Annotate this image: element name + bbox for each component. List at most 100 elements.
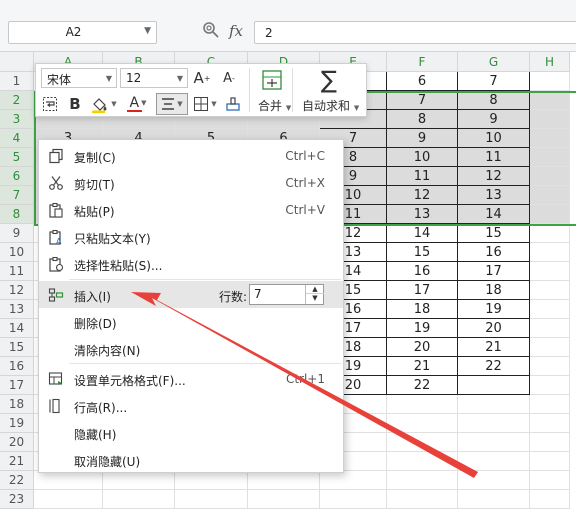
row-header-20[interactable]: 20 — [0, 433, 34, 452]
cell-c22[interactable] — [175, 471, 248, 490]
cell-f20[interactable] — [387, 433, 458, 452]
cell-h19[interactable] — [530, 414, 570, 433]
rows-count-stepper[interactable]: ▲ ▼ — [305, 285, 324, 304]
menu-item-unhide[interactable]: 取消隐藏(U) — [39, 446, 343, 473]
row-header-10[interactable]: 10 — [0, 243, 34, 262]
sigma-icon[interactable]: ∑ — [316, 66, 342, 94]
font-name-select[interactable]: 宋体 ▼ — [41, 68, 117, 88]
cell-f14[interactable]: 19 — [387, 319, 458, 338]
menu-item-copy[interactable]: 复制(C) Ctrl+C — [39, 142, 343, 169]
row-header-11[interactable]: 11 — [0, 262, 34, 281]
stepper-up-icon[interactable]: ▲ — [306, 285, 324, 294]
cell-f5[interactable]: 10 — [387, 148, 458, 167]
cell-f15[interactable]: 20 — [387, 338, 458, 357]
cell-f13[interactable]: 18 — [387, 300, 458, 319]
row-header-5[interactable]: 5 — [0, 148, 34, 167]
cell-g22[interactable] — [458, 471, 530, 490]
cell-g3[interactable]: 9 — [458, 110, 530, 129]
cell-f7[interactable]: 12 — [387, 186, 458, 205]
menu-item-paste-special[interactable]: 选择性粘贴(S)... — [39, 250, 343, 277]
cell-h6[interactable] — [530, 167, 570, 186]
stepper-down-icon[interactable]: ▼ — [306, 294, 324, 303]
font-size-select[interactable]: 12 ▼ — [120, 68, 188, 88]
cell-f1[interactable]: 6 — [387, 72, 458, 91]
cell-h4[interactable] — [530, 129, 570, 148]
cell-a22[interactable] — [34, 471, 103, 490]
cell-g11[interactable]: 17 — [458, 262, 530, 281]
row-header-2[interactable]: 2 — [0, 91, 34, 110]
cell-h1[interactable] — [530, 72, 570, 91]
bold-button[interactable]: B — [65, 93, 85, 115]
column-header-g[interactable]: G — [458, 52, 530, 72]
cell-f18[interactable] — [387, 395, 458, 414]
menu-item-clear-contents[interactable]: 清除内容(N) — [39, 335, 343, 362]
cell-g18[interactable] — [458, 395, 530, 414]
row-header-6[interactable]: 6 — [0, 167, 34, 186]
cell-g13[interactable]: 19 — [458, 300, 530, 319]
menu-item-insert[interactable]: 插入(I) 行数: 7 ▲ ▼ — [39, 281, 343, 308]
cell-f4[interactable]: 9 — [387, 129, 458, 148]
cell-f17[interactable]: 22 — [387, 376, 458, 395]
menu-item-cut[interactable]: 剪切(T) Ctrl+X — [39, 169, 343, 196]
cell-g12[interactable]: 18 — [458, 281, 530, 300]
cell-f19[interactable] — [387, 414, 458, 433]
row-header-12[interactable]: 12 — [0, 281, 34, 300]
cell-d22[interactable] — [248, 471, 320, 490]
cell-f2[interactable]: 7 — [387, 91, 458, 110]
wrap-text-button[interactable] — [40, 93, 60, 115]
cell-f23[interactable] — [387, 490, 458, 509]
merge-button[interactable]: 合并 ▼ — [258, 97, 291, 114]
cell-b23[interactable] — [103, 490, 175, 509]
menu-item-row-height[interactable]: 行高(R)... — [39, 392, 343, 419]
cell-g16[interactable]: 22 — [458, 357, 530, 376]
fill-color-button[interactable]: ▼ — [89, 93, 119, 115]
row-header-8[interactable]: 8 — [0, 205, 34, 224]
cell-g9[interactable]: 15 — [458, 224, 530, 243]
menu-item-paste-text-only[interactable]: A 只粘贴文本(Y) — [39, 223, 343, 250]
cell-d23[interactable] — [248, 490, 320, 509]
select-all-corner[interactable] — [0, 52, 34, 72]
cell-f12[interactable]: 17 — [387, 281, 458, 300]
menu-item-delete[interactable]: 删除(D) — [39, 308, 343, 335]
grow-font-button[interactable]: A + — [191, 67, 213, 89]
align-center-button[interactable]: ▼ — [156, 93, 188, 115]
cell-f11[interactable]: 16 — [387, 262, 458, 281]
formula-input[interactable]: 2 — [254, 21, 576, 44]
cell-h16[interactable] — [530, 357, 570, 376]
cell-h13[interactable] — [530, 300, 570, 319]
name-box[interactable]: A2 ▼ — [8, 21, 157, 44]
cell-h12[interactable] — [530, 281, 570, 300]
cell-g17[interactable] — [458, 376, 530, 395]
cell-g23[interactable] — [458, 490, 530, 509]
cell-g14[interactable]: 20 — [458, 319, 530, 338]
column-header-f[interactable]: F — [387, 52, 458, 72]
cell-f21[interactable] — [387, 452, 458, 471]
cell-g5[interactable]: 11 — [458, 148, 530, 167]
cell-h11[interactable] — [530, 262, 570, 281]
menu-item-format-cells[interactable]: 设置单元格格式(F)... Ctrl+1 — [39, 365, 343, 392]
cell-h14[interactable] — [530, 319, 570, 338]
cell-h20[interactable] — [530, 433, 570, 452]
cell-g4[interactable]: 10 — [458, 129, 530, 148]
row-header-7[interactable]: 7 — [0, 186, 34, 205]
cell-h21[interactable] — [530, 452, 570, 471]
menu-item-paste[interactable]: 粘贴(P) Ctrl+V — [39, 196, 343, 223]
row-header-16[interactable]: 16 — [0, 357, 34, 376]
cell-f3[interactable]: 8 — [387, 110, 458, 129]
row-header-4[interactable]: 4 — [0, 129, 34, 148]
cell-h15[interactable] — [530, 338, 570, 357]
cell-g20[interactable] — [458, 433, 530, 452]
cell-h7[interactable] — [530, 186, 570, 205]
cell-f6[interactable]: 11 — [387, 167, 458, 186]
cell-g6[interactable]: 12 — [458, 167, 530, 186]
cell-h5[interactable] — [530, 148, 570, 167]
cell-g8[interactable]: 14 — [458, 205, 530, 224]
column-header-h[interactable]: H — [530, 52, 570, 72]
fx-icon[interactable]: fx — [229, 22, 243, 40]
cell-h18[interactable] — [530, 395, 570, 414]
row-header-14[interactable]: 14 — [0, 319, 34, 338]
borders-button[interactable]: ▼ — [191, 93, 219, 115]
row-header-13[interactable]: 13 — [0, 300, 34, 319]
cell-h10[interactable] — [530, 243, 570, 262]
cell-h9[interactable] — [530, 224, 570, 243]
